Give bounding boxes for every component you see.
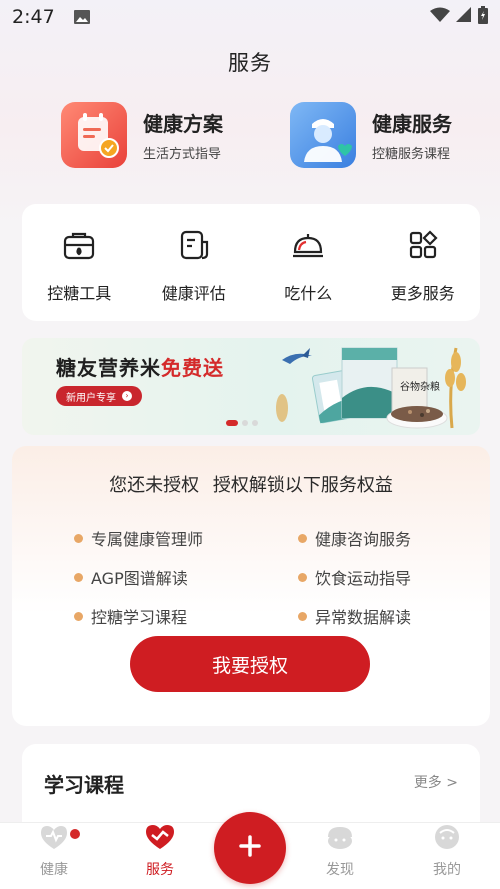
battery-icon [478, 6, 488, 28]
pagination-dot [252, 420, 258, 426]
tab-label: 发现 [326, 862, 354, 878]
discover-tab-icon [324, 823, 356, 855]
benefit-label: 异常数据解读 [315, 608, 412, 627]
bullet-icon [298, 611, 307, 621]
feature-health-service[interactable]: 健康服务 控糖服务课程 [290, 102, 452, 168]
feature-subtitle: 控糖服务课程 [372, 147, 451, 162]
tab-label: 健康 [40, 862, 68, 878]
tool-label: 健康评估 [161, 284, 226, 303]
feature-title: 健康服务 [372, 112, 452, 136]
benefit-label: AGP图谱解读 [91, 569, 188, 588]
banner-title-main: 糖友营养米 [56, 356, 161, 380]
doctor-icon [290, 102, 356, 168]
status-time: 2:47 [12, 6, 55, 28]
tool-more-services[interactable]: 更多服务 [366, 204, 481, 321]
arrow-icon: › [122, 391, 132, 401]
service-tab-icon [144, 823, 176, 855]
benefit-item: 饮食运动指导 [298, 565, 411, 589]
benefit-item: 异常数据解读 [298, 604, 411, 628]
bullet-icon [74, 572, 83, 582]
grid-icon [406, 228, 440, 266]
tool-health-assessment[interactable]: 健康评估 [137, 204, 252, 321]
bullet-icon [74, 611, 83, 621]
plus-icon [239, 835, 261, 861]
wifi-icon [430, 7, 450, 27]
bullet-icon [74, 533, 83, 543]
benefit-label: 控糖学习课程 [91, 608, 188, 627]
tab-label: 服务 [146, 862, 174, 878]
tool-label: 更多服务 [390, 284, 455, 303]
assessment-icon [177, 228, 211, 266]
toolbox-icon [62, 228, 96, 266]
tab-service[interactable]: 服务 [120, 823, 200, 879]
product-illustration: 谷物杂粮 [276, 347, 466, 429]
feature-subtitle: 生活方式指导 [143, 147, 222, 162]
feature-health-plan[interactable]: 健康方案 生活方式指导 [61, 102, 223, 168]
banner-tag[interactable]: 新用户专享 › [56, 386, 142, 406]
course-more-link[interactable]: 更多 > [414, 772, 458, 792]
banner-title-highlight: 免费送 [161, 356, 224, 380]
profile-tab-icon [432, 823, 462, 855]
banner-pagination [226, 420, 258, 426]
benefit-item: 健康咨询服务 [298, 526, 411, 550]
tab-health[interactable]: 健康 [14, 823, 94, 879]
authorization-card: 您还未授权 授权解锁以下服务权益 专属健康管理师 健康咨询服务 AGP图谱解读 … [12, 446, 490, 726]
bullet-icon [298, 572, 307, 582]
bullet-icon [298, 533, 307, 543]
benefit-item: 专属健康管理师 [74, 526, 203, 550]
health-tab-icon [39, 823, 69, 855]
tab-discover[interactable]: 发现 [300, 823, 380, 879]
food-cloche-icon [291, 228, 325, 266]
benefit-label: 饮食运动指导 [315, 569, 412, 588]
health-plan-icon [61, 102, 127, 168]
pagination-dot [242, 420, 248, 426]
auth-title: 您还未授权 授权解锁以下服务权益 [109, 475, 393, 496]
package-label: 谷物杂粮 [400, 380, 440, 393]
notification-dot [70, 829, 80, 839]
banner-tag-label: 新用户专享 [66, 392, 116, 404]
feature-title: 健康方案 [143, 112, 223, 136]
authorize-button[interactable]: 我要授权 [130, 636, 370, 692]
benefit-item: 控糖学习课程 [74, 604, 187, 628]
status-bar: 2:47 [0, 0, 500, 34]
banner-title: 糖友营养米免费送 [56, 352, 224, 381]
page-title: 服务 [228, 51, 272, 75]
tool-label: 控糖工具 [47, 284, 112, 303]
tool-glucose-tools[interactable]: 控糖工具 [22, 204, 137, 321]
benefit-label: 健康咨询服务 [315, 530, 412, 549]
tool-label: 吃什么 [284, 284, 333, 303]
tools-card: 控糖工具 健康评估 吃什么 更多服务 [22, 204, 480, 321]
signal-icon [456, 7, 472, 27]
add-button[interactable] [214, 812, 286, 884]
course-section-title: 学习课程 [44, 773, 124, 797]
tab-label: 我的 [433, 862, 461, 878]
gallery-icon [73, 9, 91, 25]
tab-mine[interactable]: 我的 [407, 823, 487, 879]
benefit-item: AGP图谱解读 [74, 565, 188, 589]
pagination-dot-active [226, 420, 238, 426]
benefit-label: 专属健康管理师 [91, 530, 204, 549]
tool-what-to-eat[interactable]: 吃什么 [251, 204, 366, 321]
